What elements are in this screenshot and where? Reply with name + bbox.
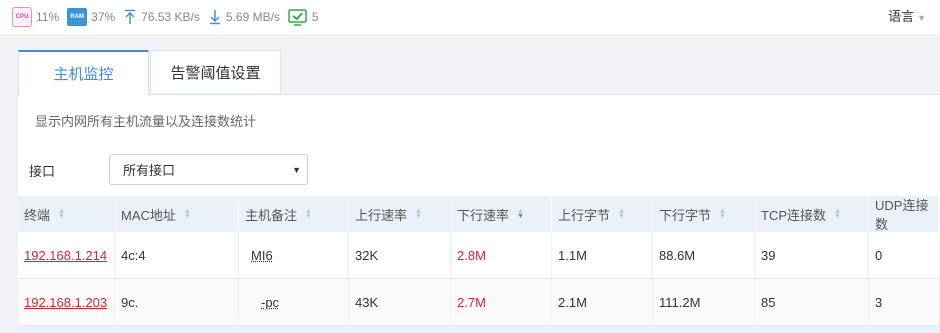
ram-stat: RAM 37% bbox=[67, 8, 115, 26]
sort-icon[interactable]: ▲ ▼ bbox=[415, 208, 422, 220]
column-header-up-bytes[interactable]: 上行字节 ▲ ▼ bbox=[552, 196, 653, 232]
upload-stat: 76.53 KB/s bbox=[123, 9, 200, 25]
mac-cell: 9c. bbox=[115, 279, 239, 325]
download-speed: 5.69 MB/s bbox=[225, 10, 280, 24]
sort-icon[interactable]: ▲ ▼ bbox=[58, 208, 65, 220]
column-label: 下行字节 bbox=[659, 207, 712, 223]
up-bytes-cell: 1.1M bbox=[552, 232, 653, 278]
online-hosts-icon bbox=[288, 9, 307, 26]
terminal-ip-link[interactable]: 192.168.1.203 bbox=[18, 279, 115, 325]
column-header-note[interactable]: 主机备注 ▲ ▼ bbox=[239, 196, 349, 232]
column-label: 终端 bbox=[24, 207, 51, 223]
online-count: 5 bbox=[311, 10, 319, 24]
column-label: 主机备注 bbox=[245, 207, 298, 223]
language-dropdown[interactable]: 语言 ▼ bbox=[888, 6, 926, 25]
download-stat: 5.69 MB/s bbox=[208, 9, 280, 25]
udp-count-cell: 3 bbox=[869, 279, 940, 325]
column-label: 上行字节 bbox=[558, 207, 611, 223]
cpu-icon: CPU bbox=[12, 7, 32, 27]
up-rate-cell: 32K bbox=[349, 232, 451, 278]
cpu-value: 11% bbox=[36, 10, 60, 24]
dropdown-arrow-icon: ▼ bbox=[292, 164, 301, 175]
down-bytes-cell: 88.6M bbox=[653, 232, 755, 278]
terminal-ip-link[interactable]: 192.168.1.214 bbox=[18, 232, 115, 278]
cpu-stat: CPU 11% bbox=[0, 7, 59, 27]
sort-icon[interactable]: ▲ ▼ bbox=[618, 208, 625, 220]
tcp-count-cell: 85 bbox=[755, 279, 869, 325]
down-bytes-cell: 111.2M bbox=[653, 279, 755, 325]
table-row[interactable]: 192.168.1.214 4c:4 MI6 32K 2.8M 1.1M 88.… bbox=[18, 232, 940, 279]
column-header-udp[interactable]: UDP连接数 bbox=[869, 196, 940, 232]
column-header-tcp[interactable]: TCP连接数 ▲ ▼ bbox=[755, 196, 869, 232]
sort-icon[interactable]: ▲ ▼ bbox=[834, 208, 841, 220]
page-description: 显示内网所有主机流量以及连接数统计 bbox=[35, 114, 257, 129]
column-header-down-rate[interactable]: 下行速率 ▲ ▼ bbox=[451, 196, 552, 232]
table-row[interactable]: 192.168.1.203 9c. -pc 43K 2.7M 2.1M 111.… bbox=[18, 279, 940, 326]
sort-icon[interactable]: ▲ ▼ bbox=[184, 208, 191, 220]
mac-cell: 4c:4 bbox=[115, 232, 239, 278]
column-header-up-rate[interactable]: 上行速率 ▲ ▼ bbox=[349, 196, 451, 232]
column-label: MAC地址 bbox=[121, 207, 176, 223]
column-header-terminal[interactable]: 终端 ▲ ▼ bbox=[18, 196, 115, 232]
column-label: 上行速率 bbox=[355, 207, 408, 223]
ram-value: 37% bbox=[91, 10, 116, 24]
sort-icon[interactable]: ▲ ▼ bbox=[719, 208, 726, 220]
note-cell[interactable]: MI6 bbox=[239, 232, 349, 278]
column-header-down-bytes[interactable]: 下行字节 ▲ ▼ bbox=[653, 196, 755, 232]
online-stat: 5 bbox=[288, 8, 319, 26]
column-label: TCP连接数 bbox=[761, 207, 827, 223]
ram-icon: RAM bbox=[67, 8, 88, 26]
down-rate-cell: 2.7M bbox=[451, 279, 552, 325]
column-label: 下行速率 bbox=[457, 207, 510, 223]
up-bytes-cell: 2.1M bbox=[552, 279, 653, 325]
interface-select-value: 所有接口 bbox=[123, 163, 176, 178]
sort-desc-icon[interactable]: ▲ ▼ bbox=[517, 208, 524, 220]
table-next-row-strip bbox=[18, 326, 940, 333]
status-bar: CPU 11% RAM 37% 76.53 KB/s 5.69 MB/s 5 语… bbox=[0, 0, 940, 34]
note-text: MI6 bbox=[251, 247, 273, 263]
language-label: 语言 bbox=[888, 9, 915, 24]
column-label: UDP连接数 bbox=[875, 198, 929, 232]
interface-select[interactable]: 所有接口 ▼ bbox=[109, 154, 308, 185]
download-arrow-icon bbox=[209, 10, 220, 25]
up-rate-cell: 43K bbox=[349, 279, 451, 325]
left-gutter bbox=[0, 34, 18, 333]
tcp-count-cell: 39 bbox=[755, 232, 869, 278]
tab-alert-threshold[interactable]: 告警阈值设置 bbox=[150, 50, 281, 93]
note-text: -pc bbox=[261, 294, 280, 310]
note-cell[interactable]: -pc bbox=[239, 279, 349, 325]
udp-count-cell: 0 bbox=[869, 232, 940, 278]
table-header: 终端 ▲ ▼ MAC地址 ▲ ▼ 主机备注 ▲ ▼ 上行速率 ▲ ▼ 下行速率 ▲ ▼ 上… bbox=[18, 196, 940, 232]
sort-icon[interactable]: ▲ ▼ bbox=[305, 208, 312, 220]
interface-label: 接口 bbox=[29, 164, 56, 179]
tab-host-monitor[interactable]: 主机监控 bbox=[18, 50, 149, 95]
upload-arrow-icon bbox=[125, 9, 136, 24]
down-rate-cell: 2.8M bbox=[451, 232, 552, 278]
column-header-mac[interactable]: MAC地址 ▲ ▼ bbox=[115, 196, 239, 232]
tab-bar: 主机监控 告警阈值设置 bbox=[18, 50, 940, 95]
caret-down-icon: ▼ bbox=[917, 13, 926, 23]
upload-speed: 76.53 KB/s bbox=[141, 10, 200, 24]
